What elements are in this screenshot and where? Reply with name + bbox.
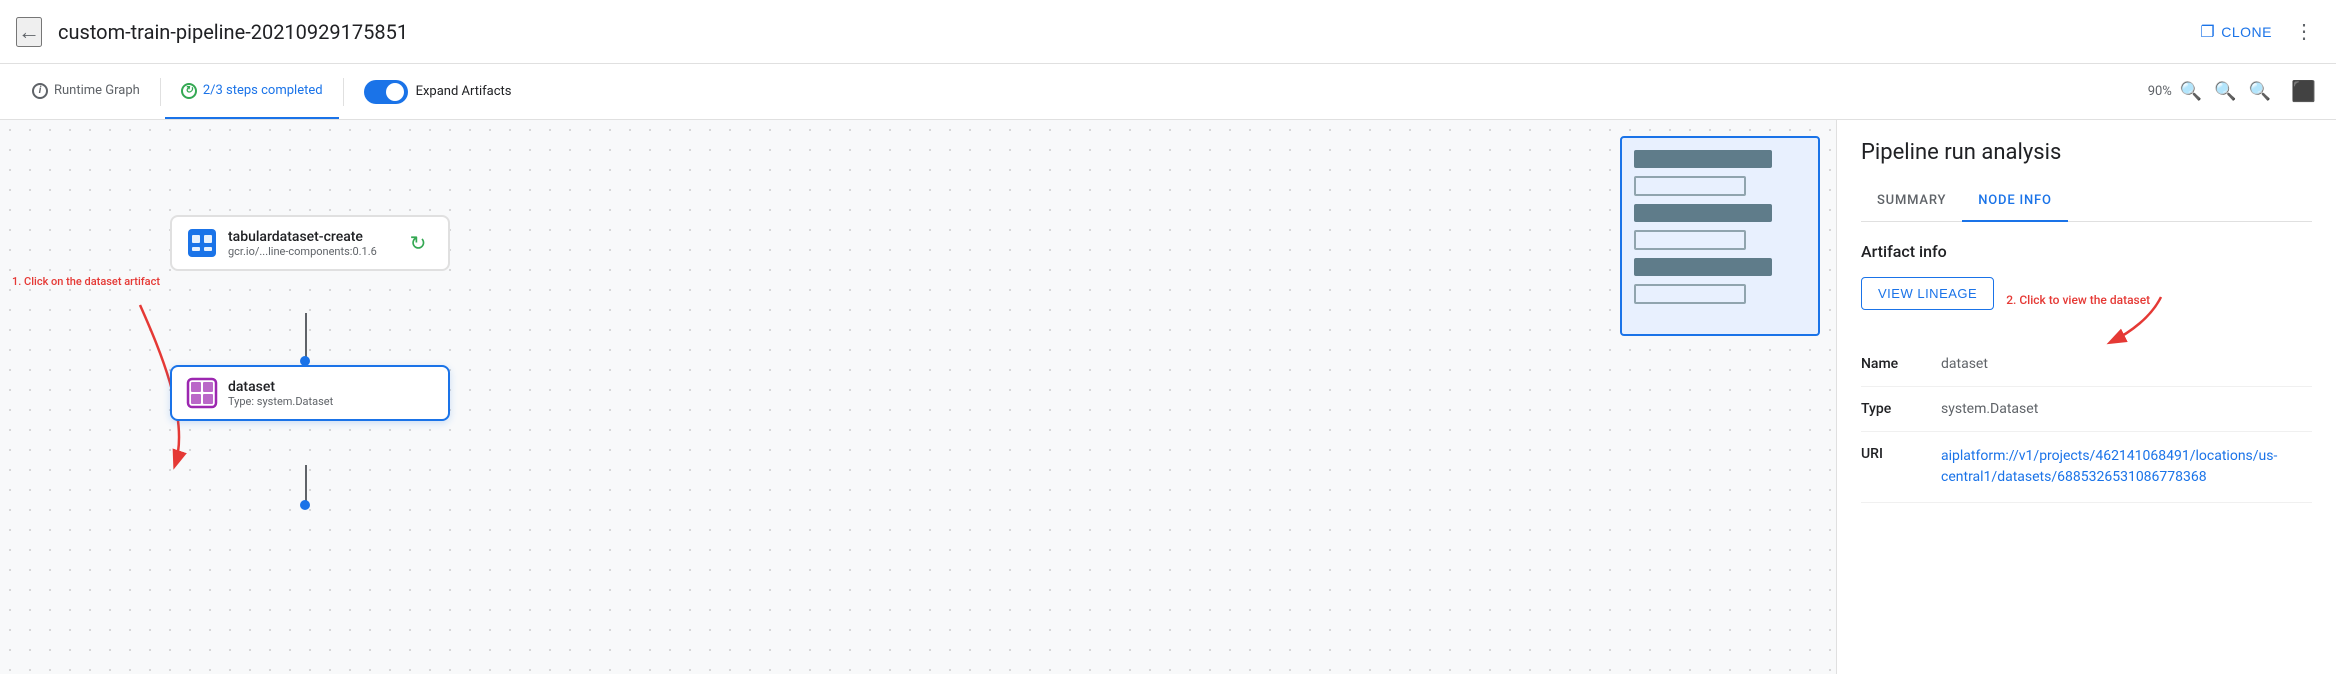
panel-title: Pipeline run analysis (1861, 140, 2312, 165)
connector-line-2 (305, 465, 307, 505)
runtime-graph-tab[interactable]: i Runtime Graph (16, 64, 156, 119)
uri-link[interactable]: aiplatform://v1/projects/462141068491/lo… (1941, 448, 2277, 485)
node-dataset[interactable]: dataset Type: system.Dataset (170, 365, 450, 421)
mini-bar-1 (1634, 150, 1772, 168)
right-panel: Pipeline run analysis SUMMARY NODE INFO … (1836, 120, 2336, 674)
node-tabulardataset-create[interactable]: tabulardataset-create gcr.io/...line-com… (170, 215, 450, 271)
main: 1. Click on the dataset artifact (0, 120, 2336, 674)
annotation-1: 1. Click on the dataset artifact (12, 275, 160, 288)
graph-area[interactable]: 1. Click on the dataset artifact (0, 120, 1836, 674)
info-row-name: Name dataset (1861, 342, 2312, 387)
node-text-dataset: dataset Type: system.Dataset (228, 379, 333, 408)
field-label-name: Name (1861, 342, 1941, 387)
header-actions: ❐ CLONE ⋮ (2192, 13, 2320, 50)
artifact-info-title: Artifact info (1861, 242, 2312, 261)
node-title-tabular: tabulardataset-create (228, 229, 377, 245)
toolbar-divider-1 (160, 78, 161, 106)
node-title-dataset: dataset (228, 379, 333, 395)
pipeline-canvas: 1. Click on the dataset artifact (0, 120, 1836, 674)
lineage-row: VIEW LINEAGE 2. Click to view the datase… (1861, 277, 2312, 322)
more-button[interactable]: ⋮ (2288, 13, 2320, 50)
zoom-out-button[interactable]: 🔍 (2210, 77, 2240, 106)
mini-preview (1620, 136, 1820, 336)
field-value-name: dataset (1941, 342, 2312, 387)
zoom-level: 90% (2148, 84, 2172, 99)
tab-summary[interactable]: SUMMARY (1861, 181, 1962, 222)
expand-artifacts-toggle-container: Expand Artifacts (348, 80, 528, 104)
pipeline-title: custom-train-pipeline-20210929175851 (58, 20, 2192, 44)
connector-dot-2 (300, 500, 310, 510)
tab-summary-label: SUMMARY (1877, 193, 1946, 208)
panel-tabs: SUMMARY NODE INFO (1861, 181, 2312, 222)
view-lineage-button[interactable]: VIEW LINEAGE (1861, 277, 1994, 310)
zoom-controls: 90% 🔍 🔍 🔍 (2136, 77, 2287, 106)
node-subtitle-tabular: gcr.io/...line-components:0.1.6 (228, 245, 377, 258)
steps-icon: ↻ (181, 83, 197, 99)
field-label-uri: URI (1861, 432, 1941, 503)
steps-label: 2/3 steps completed (203, 83, 323, 98)
node-text-tabular: tabulardataset-create gcr.io/...line-com… (228, 229, 377, 258)
fullscreen-button[interactable]: ⬛ (2287, 75, 2320, 108)
annotation-2: 2. Click to view the dataset (2006, 293, 2150, 307)
expand-artifacts-toggle[interactable] (364, 80, 408, 104)
zoom-in-button[interactable]: 🔍 (2176, 77, 2206, 106)
expand-artifacts-label: Expand Artifacts (416, 84, 512, 99)
clone-button[interactable]: ❐ CLONE (2192, 16, 2280, 48)
header: ← custom-train-pipeline-20210929175851 ❐… (0, 0, 2336, 64)
field-value-uri: aiplatform://v1/projects/462141068491/lo… (1941, 432, 2312, 503)
toolbar: i Runtime Graph ↻ 2/3 steps completed Ex… (0, 64, 2336, 120)
panel-header: Pipeline run analysis SUMMARY NODE INFO (1837, 120, 2336, 222)
field-value-type: system.Dataset (1941, 387, 2312, 432)
runtime-graph-label: Runtime Graph (54, 83, 140, 98)
toggle-slider (364, 80, 408, 104)
info-row-uri: URI aiplatform://v1/projects/46214106849… (1861, 432, 2312, 503)
mini-bar-6 (1634, 284, 1746, 304)
node-subtitle-dataset: Type: system.Dataset (228, 395, 333, 408)
steps-completed-tab[interactable]: ↻ 2/3 steps completed (165, 64, 339, 119)
artifact-info-table: Name dataset Type system.Dataset URI aip… (1861, 342, 2312, 503)
back-button[interactable]: ← (16, 17, 42, 47)
info-icon: i (32, 83, 48, 99)
zoom-fit-button[interactable]: 🔍 (2245, 77, 2275, 106)
field-label-type: Type (1861, 387, 1941, 432)
toolbar-divider-2 (343, 78, 344, 106)
info-row-type: Type system.Dataset (1861, 387, 2312, 432)
panel-content: Artifact info VIEW LINEAGE 2. Click to v… (1837, 222, 2336, 674)
clone-label: CLONE (2221, 24, 2272, 40)
node-icon-dataset (186, 377, 218, 409)
mini-bar-3 (1634, 204, 1772, 222)
mini-bar-4 (1634, 230, 1746, 250)
node-action-tabular[interactable]: ↻ (402, 227, 434, 259)
node-icon-tabular (186, 227, 218, 259)
tab-node-info-label: NODE INFO (1978, 193, 2051, 208)
tab-node-info[interactable]: NODE INFO (1962, 181, 2067, 222)
clone-icon: ❐ (2200, 22, 2215, 42)
mini-bar-5 (1634, 258, 1772, 276)
mini-bar-2 (1634, 176, 1746, 196)
